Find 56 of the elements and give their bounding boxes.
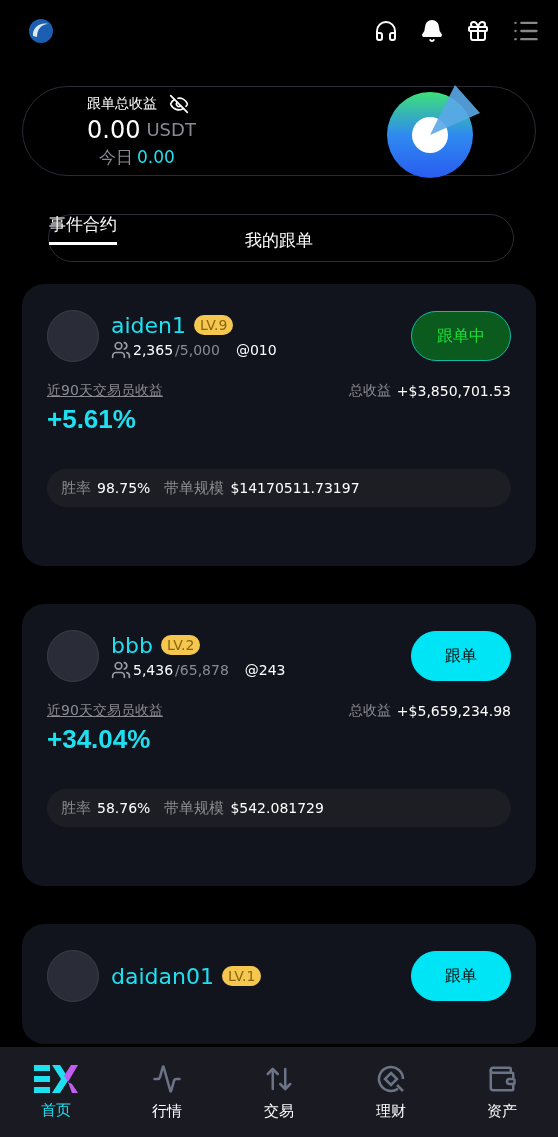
scale-label: 带单规模: [164, 798, 225, 818]
trader-name[interactable]: bbb: [111, 632, 153, 658]
follower-count: 5,436: [133, 661, 174, 678]
currency-unit: USDT: [146, 119, 196, 140]
win-rate-label: 胜率: [61, 798, 91, 818]
scale-value: $542.081729: [230, 800, 324, 816]
follow-button[interactable]: 跟单: [411, 951, 511, 1001]
nav-item[interactable]: 资产: [462, 1063, 543, 1121]
follower-capacity: /5,000: [175, 341, 220, 358]
users-icon: [111, 339, 131, 360]
return-label[interactable]: 近90天交易员收益: [47, 382, 163, 400]
level-badge: LV.1: [221, 966, 262, 986]
level-badge: LV.2: [160, 635, 201, 655]
earnings-amount: 0.00: [87, 115, 141, 144]
nav-item[interactable]: 行情: [127, 1063, 208, 1121]
return-label[interactable]: 近90天交易员收益: [47, 702, 163, 720]
win-rate-label: 胜率: [61, 478, 91, 498]
scale-value: $14170511.73197: [230, 480, 360, 496]
trader-name[interactable]: aiden1: [111, 312, 187, 338]
at-circle-icon: [375, 1063, 406, 1094]
follow-button[interactable]: 跟单: [411, 631, 511, 681]
level-badge: LV.9: [194, 315, 234, 335]
earnings-title: 跟单总收益: [87, 94, 157, 113]
pulse-icon: [152, 1063, 183, 1094]
bell-icon[interactable]: [420, 19, 444, 43]
ex-logo-icon: [33, 1064, 78, 1093]
today-value: 0.00: [137, 147, 175, 167]
nav-item[interactable]: 理财: [350, 1063, 431, 1121]
trader-name[interactable]: daidan01: [111, 963, 214, 989]
today-label: 今日: [99, 145, 133, 169]
users-icon: [111, 659, 131, 680]
return-percent: +34.04%: [47, 724, 151, 755]
trader-handle: @010: [235, 341, 277, 358]
follower-capacity: /65,878: [175, 661, 229, 678]
follower-count: 2,365: [133, 341, 174, 358]
avatar-placeholder: [47, 630, 99, 682]
tab[interactable]: 我的跟单: [245, 229, 313, 261]
globe-logo-icon: [28, 18, 54, 44]
tab[interactable]: 事件合约: [49, 213, 117, 245]
total-label: 总收益: [348, 382, 391, 400]
avatar-placeholder: [47, 950, 99, 1002]
avatar-placeholder: [47, 310, 99, 362]
total-label: 总收益: [348, 702, 391, 720]
win-rate-value: 98.75%: [97, 480, 151, 496]
gift-icon[interactable]: [466, 19, 490, 43]
return-percent: +5.61%: [47, 404, 136, 435]
support-icon[interactable]: [374, 19, 398, 43]
scale-label: 带单规模: [164, 478, 225, 498]
nav-item[interactable]: 首页: [15, 1064, 96, 1120]
trader-handle: @243: [244, 661, 286, 678]
follow-button[interactable]: 跟单中: [411, 311, 511, 361]
win-rate-value: 58.76%: [97, 800, 151, 816]
nav-item[interactable]: 交易: [239, 1063, 319, 1121]
total-value: +$3,850,701.53: [396, 383, 511, 399]
eye-off-icon[interactable]: [169, 93, 189, 114]
total-value: +$5,659,234.98: [396, 703, 511, 719]
